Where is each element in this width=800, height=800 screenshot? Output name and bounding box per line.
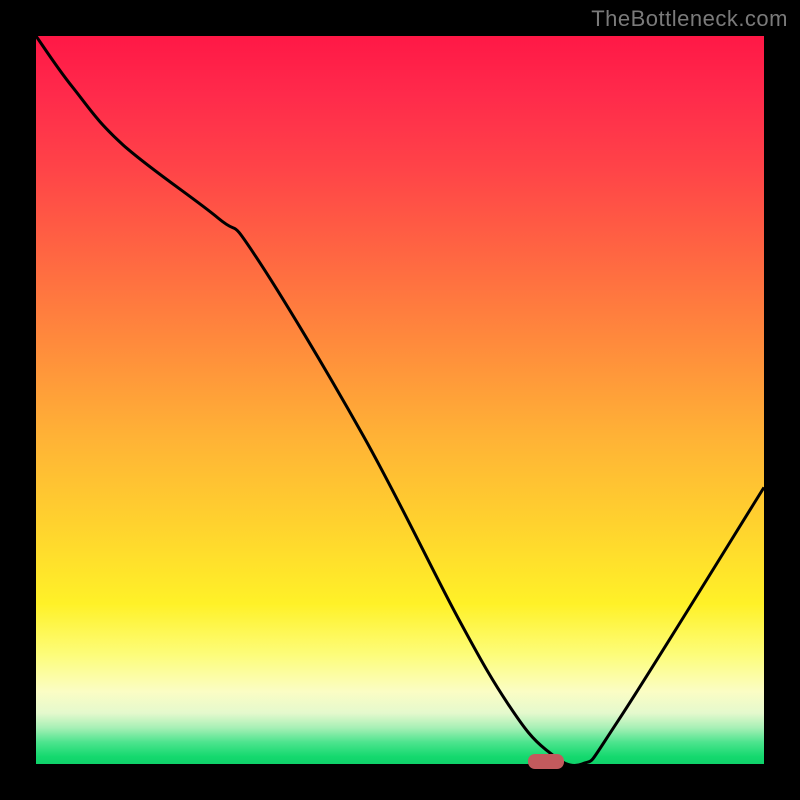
chart-frame: TheBottleneck.com xyxy=(0,0,800,800)
optimal-marker xyxy=(528,754,564,769)
watermark-text: TheBottleneck.com xyxy=(591,6,788,32)
curve-path xyxy=(36,36,764,766)
plot-area xyxy=(36,36,764,764)
bottleneck-curve xyxy=(36,36,764,764)
